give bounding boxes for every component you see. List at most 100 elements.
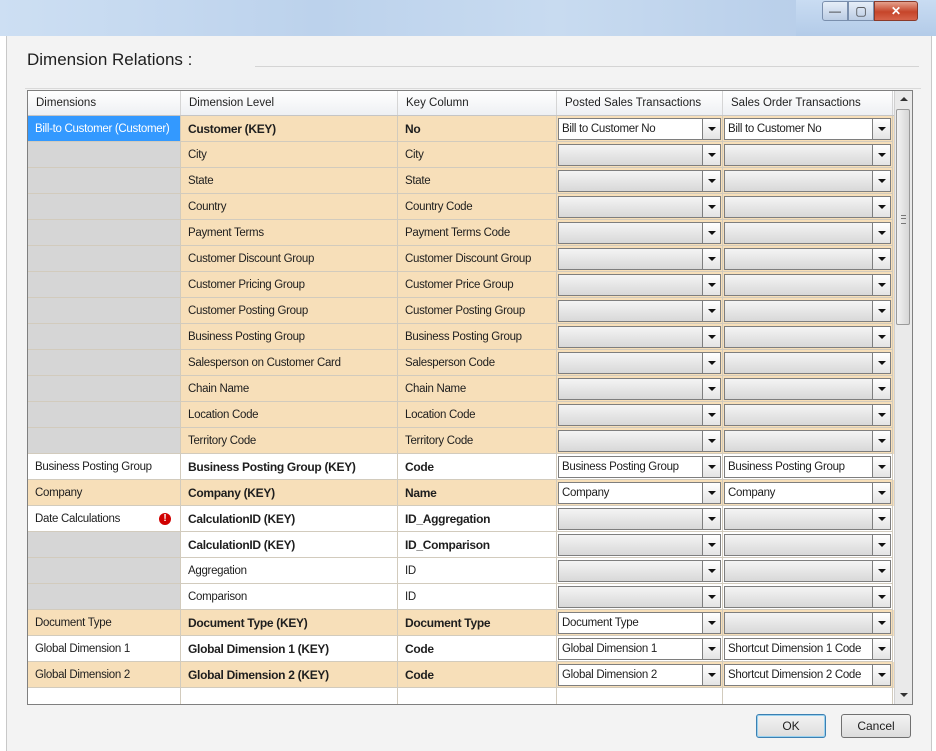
sales-order-dropdown[interactable]: Bill to Customer No — [724, 118, 891, 140]
posted-sales-dropdown[interactable]: Document Type — [558, 612, 721, 634]
sales-order-dropdown[interactable] — [724, 222, 891, 244]
posted-sales-dropdown[interactable] — [558, 274, 721, 296]
key-column-cell[interactable]: Code — [398, 662, 557, 688]
sales-order-dropdown[interactable] — [724, 326, 891, 348]
dimension-cell[interactable]: Business Posting Group — [28, 454, 181, 480]
posted-sales-dropdown[interactable] — [558, 144, 721, 166]
key-column-cell[interactable]: ID_Aggregation — [398, 506, 557, 532]
key-column-cell[interactable]: ID — [398, 558, 557, 584]
column-header-dimensions[interactable]: Dimensions — [28, 91, 181, 115]
dimension-cell[interactable] — [28, 688, 181, 704]
sales-order-dropdown[interactable] — [724, 170, 891, 192]
scroll-down-icon[interactable] — [895, 687, 912, 704]
dimension-level-cell[interactable]: City — [181, 142, 398, 168]
posted-sales-dropdown[interactable] — [558, 196, 721, 218]
chevron-down-icon[interactable] — [872, 249, 890, 269]
key-column-cell[interactable]: Code — [398, 454, 557, 480]
dimension-cell[interactable]: Document Type — [28, 610, 181, 636]
dimension-cell[interactable] — [28, 558, 181, 584]
dimension-level-cell[interactable]: Customer (KEY) — [181, 116, 398, 142]
key-column-cell[interactable]: Document Type — [398, 610, 557, 636]
table-row[interactable]: Business Posting Group Business Posting G… — [28, 454, 906, 480]
dimension-level-cell[interactable] — [181, 688, 398, 704]
dimension-cell[interactable]: Company — [28, 480, 181, 506]
dimension-level-cell[interactable]: Chain Name — [181, 376, 398, 402]
key-column-cell[interactable]: Salesperson Code — [398, 350, 557, 376]
chevron-down-icon[interactable] — [702, 587, 720, 607]
posted-sales-dropdown[interactable]: Business Posting Group — [558, 456, 721, 478]
key-column-cell[interactable]: Territory Code — [398, 428, 557, 454]
chevron-down-icon[interactable] — [702, 379, 720, 399]
posted-sales-dropdown[interactable]: Bill to Customer No — [558, 118, 721, 140]
table-row[interactable]: State State — [28, 168, 906, 194]
key-column-cell[interactable]: No — [398, 116, 557, 142]
posted-sales-dropdown[interactable] — [558, 170, 721, 192]
key-column-cell[interactable]: Customer Discount Group — [398, 246, 557, 272]
maximize-button[interactable]: ▢ — [848, 1, 874, 21]
posted-sales-dropdown[interactable] — [558, 300, 721, 322]
chevron-down-icon[interactable] — [702, 119, 720, 139]
key-column-cell[interactable]: State — [398, 168, 557, 194]
key-column-cell[interactable]: Name — [398, 480, 557, 506]
sales-order-dropdown[interactable] — [724, 274, 891, 296]
chevron-down-icon[interactable] — [872, 431, 890, 451]
posted-sales-dropdown[interactable] — [558, 326, 721, 348]
posted-sales-dropdown[interactable] — [558, 534, 721, 556]
posted-sales-dropdown[interactable] — [558, 560, 721, 582]
chevron-down-icon[interactable] — [702, 249, 720, 269]
cancel-button[interactable]: Cancel — [841, 714, 911, 738]
key-column-cell[interactable]: Chain Name — [398, 376, 557, 402]
sales-order-dropdown[interactable] — [724, 378, 891, 400]
chevron-down-icon[interactable] — [872, 197, 890, 217]
chevron-down-icon[interactable] — [702, 509, 720, 529]
dimension-level-cell[interactable]: CalculationID (KEY) — [181, 532, 398, 558]
chevron-down-icon[interactable] — [702, 561, 720, 581]
scroll-up-icon[interactable] — [895, 91, 912, 108]
chevron-down-icon[interactable] — [702, 171, 720, 191]
dimension-cell[interactable] — [28, 402, 181, 428]
sales-order-dropdown[interactable]: Shortcut Dimension 1 Code — [724, 638, 891, 660]
chevron-down-icon[interactable] — [702, 613, 720, 633]
dimension-level-cell[interactable]: Payment Terms — [181, 220, 398, 246]
dimension-level-cell[interactable]: Customer Discount Group — [181, 246, 398, 272]
key-column-cell[interactable]: Business Posting Group — [398, 324, 557, 350]
dimension-level-cell[interactable]: Comparison — [181, 584, 398, 610]
table-row[interactable]: Company Company (KEY) Name Company Company — [28, 480, 906, 506]
key-column-cell[interactable]: ID_Comparison — [398, 532, 557, 558]
chevron-down-icon[interactable] — [702, 535, 720, 555]
table-row[interactable]: Global Dimension 2 Global Dimension 2 (KE… — [28, 662, 906, 688]
posted-sales-dropdown[interactable]: Global Dimension 2 — [558, 664, 721, 686]
dimension-cell[interactable] — [28, 246, 181, 272]
dimension-level-cell[interactable]: Customer Pricing Group — [181, 272, 398, 298]
chevron-down-icon[interactable] — [872, 145, 890, 165]
warning-icon[interactable]: ! — [159, 513, 171, 525]
dimension-level-cell[interactable]: Business Posting Group — [181, 324, 398, 350]
dimension-cell[interactable] — [28, 194, 181, 220]
dimension-level-cell[interactable]: Customer Posting Group — [181, 298, 398, 324]
table-row[interactable]: Customer Pricing Group Customer Price Gro… — [28, 272, 906, 298]
chevron-down-icon[interactable] — [872, 353, 890, 373]
chevron-down-icon[interactable] — [872, 301, 890, 321]
dimension-cell[interactable] — [28, 168, 181, 194]
chevron-down-icon[interactable] — [872, 171, 890, 191]
table-row[interactable]: Salesperson on Customer Card Salesperson … — [28, 350, 906, 376]
dimension-cell[interactable]: Global Dimension 2 — [28, 662, 181, 688]
key-column-cell[interactable]: ID — [398, 584, 557, 610]
table-row[interactable] — [28, 688, 906, 704]
sales-order-dropdown[interactable]: Shortcut Dimension 2 Code — [724, 664, 891, 686]
chevron-down-icon[interactable] — [872, 275, 890, 295]
chevron-down-icon[interactable] — [702, 197, 720, 217]
table-row[interactable]: Location Code Location Code — [28, 402, 906, 428]
table-row[interactable]: Document Type Document Type (KEY) Document… — [28, 610, 906, 636]
table-row[interactable]: Territory Code Territory Code — [28, 428, 906, 454]
table-row[interactable]: Customer Posting Group Customer Posting G… — [28, 298, 906, 324]
key-column-cell[interactable]: Customer Price Group — [398, 272, 557, 298]
posted-sales-dropdown[interactable] — [558, 508, 721, 530]
table-row[interactable]: Payment Terms Payment Terms Code — [28, 220, 906, 246]
key-column-cell[interactable]: Code — [398, 636, 557, 662]
chevron-down-icon[interactable] — [702, 665, 720, 685]
sales-order-dropdown[interactable]: Company — [724, 482, 891, 504]
key-column-cell[interactable]: City — [398, 142, 557, 168]
sales-order-dropdown[interactable]: Business Posting Group — [724, 456, 891, 478]
sales-order-dropdown[interactable] — [724, 612, 891, 634]
